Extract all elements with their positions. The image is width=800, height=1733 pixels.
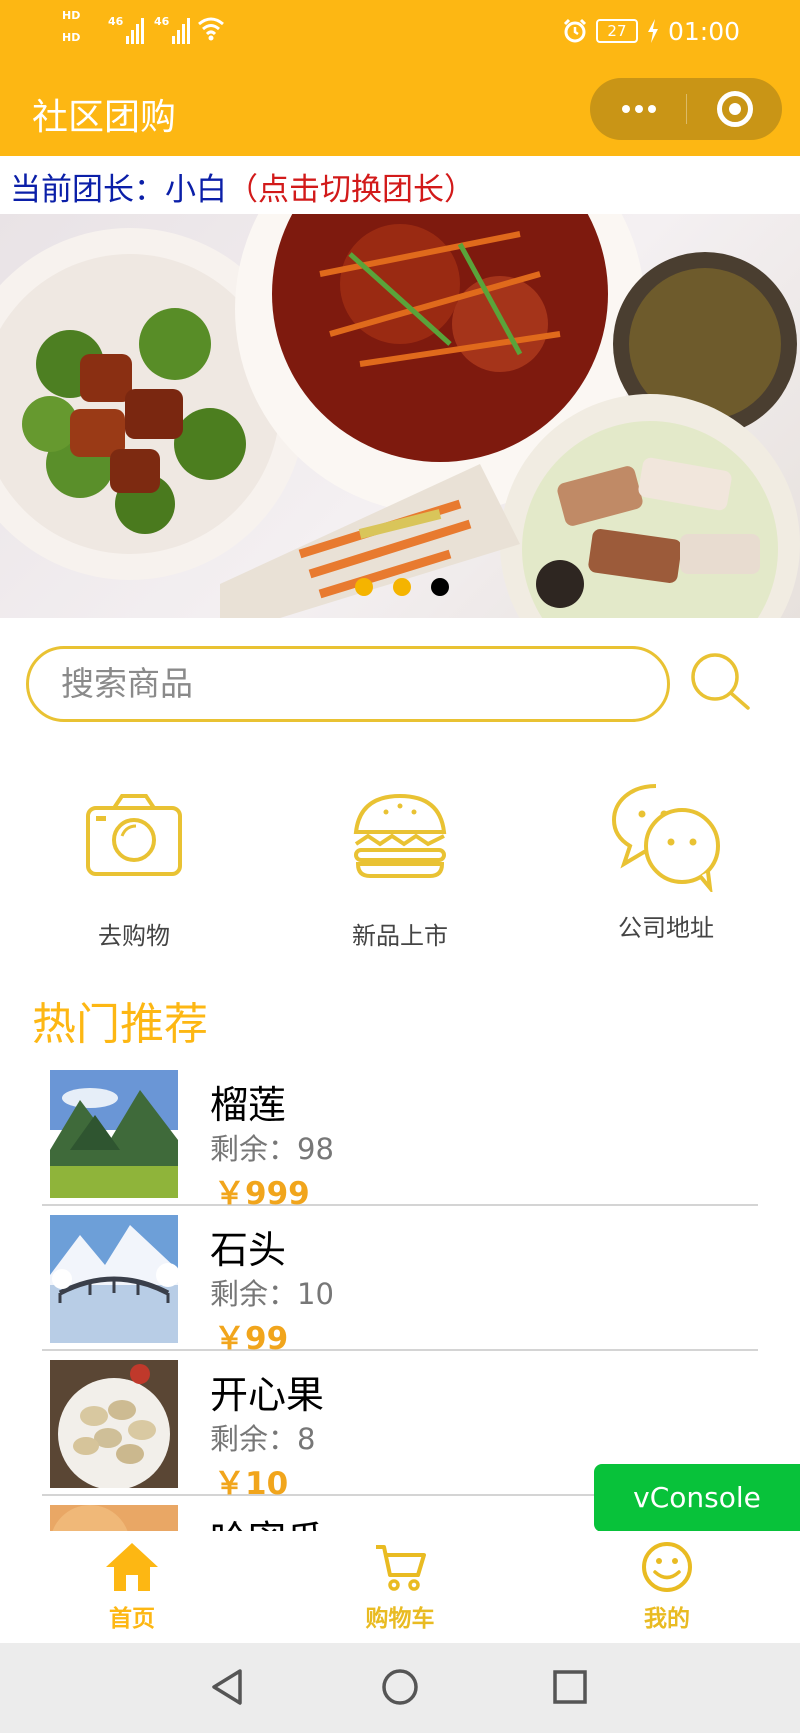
vconsole-button[interactable]: vConsole [594,1464,800,1532]
carousel-dot[interactable] [393,578,411,596]
category-label: 去购物 [98,922,170,950]
recents-icon[interactable] [550,1667,590,1707]
tab-label: 首页 [109,1606,155,1632]
chat-icon [611,784,720,892]
tab-label: 购物车 [365,1606,435,1632]
hd-badge-1: HD [62,9,81,22]
product-thumbnail [50,1070,178,1198]
product-item[interactable]: 榴莲 剩余：98 ￥999 [42,1062,758,1212]
product-thumbnail [50,1360,178,1488]
section-title: 热门推荐 [32,999,208,1050]
sim2-label: 46 [154,15,170,28]
carousel-dot-active[interactable] [431,578,449,596]
tab-label: 我的 [644,1606,690,1632]
product-name: 榴莲 [210,1083,287,1127]
tab-home[interactable]: 首页 [62,1541,202,1633]
banner-image [0,214,800,618]
product-name: 石头 [210,1228,287,1272]
system-navigation-bar [0,1643,800,1733]
category-label: 新品上市 [352,922,448,950]
current-leader[interactable]: 当前团长：小白（点击切换团长） [10,164,475,209]
product-stock: 剩余：98 [210,1132,334,1166]
switch-leader-link[interactable]: （点击切换团长） [227,172,475,208]
camera-icon [86,794,182,876]
carousel-indicators [355,578,449,596]
burger-icon [353,793,447,878]
category-new-products[interactable]: 新品上市 [310,790,490,951]
cart-icon [376,1545,426,1591]
carousel-dot[interactable] [355,578,373,596]
miniprogram-capsule [590,78,782,140]
battery-indicator: 27 [595,19,638,43]
category-label: 公司地址 [618,914,714,942]
close-miniprogram-icon[interactable] [717,91,753,127]
home-circle-icon[interactable] [380,1667,420,1707]
leader-key: 当前团长： [10,172,165,208]
signal-icon [126,14,144,44]
signal-icon-2 [172,14,190,44]
wifi-icon [198,17,224,41]
category-go-shopping[interactable]: 去购物 [44,790,224,951]
page-title: 社区团购 [32,97,177,138]
product-stock: 剩余：8 [210,1422,316,1456]
capsule-divider [686,94,687,124]
search-icon[interactable] [688,650,754,716]
alarm-icon [563,18,587,43]
tab-cart[interactable]: 购物车 [330,1541,470,1633]
sim1-label: 46 [108,15,124,28]
app-header: HD HD 46 46 27 01:00 社区团购 [0,0,800,156]
hd-badge-2: HD [62,31,81,44]
category-company-address[interactable]: 公司地址 [576,784,756,943]
product-stock: 剩余：10 [210,1277,334,1311]
home-icon [106,1543,158,1591]
back-icon[interactable] [208,1667,248,1707]
banner-carousel[interactable] [0,214,800,618]
product-thumbnail [50,1215,178,1343]
search-input[interactable]: 搜索商品 [26,646,670,722]
signal-indicators: HD HD 46 46 [62,8,232,54]
product-item[interactable]: 石头 剩余：10 ￥99 [42,1207,758,1357]
clock: 01:00 [667,16,740,46]
tab-bar: 首页 购物车 我的 [0,1531,800,1643]
product-name: 开心果 [210,1373,325,1417]
smiley-icon [642,1542,692,1592]
product-thumbnail [50,1505,178,1531]
leader-name: 小白 [165,172,227,208]
tab-mine[interactable]: 我的 [597,1541,737,1633]
charging-icon [647,19,658,43]
status-right: 27 01:00 [562,14,740,48]
product-name: 哈密瓜 [210,1509,324,1531]
more-icon[interactable] [616,94,662,124]
